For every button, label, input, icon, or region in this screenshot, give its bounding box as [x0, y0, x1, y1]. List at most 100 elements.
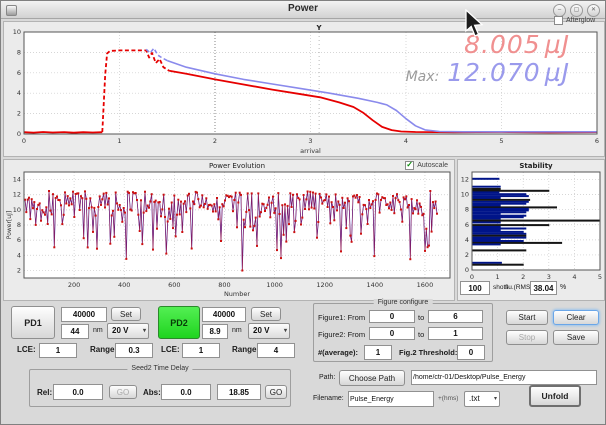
- svg-text:6: 6: [17, 69, 21, 77]
- svg-text:3: 3: [547, 273, 551, 280]
- svg-text:14: 14: [13, 176, 21, 184]
- svg-text:Number: Number: [224, 290, 250, 298]
- max-energy-unit: µJ: [545, 58, 570, 87]
- titlebar: Power – ▢ ✕: [1, 1, 605, 19]
- abs-go-button[interactable]: GO: [265, 385, 287, 399]
- max-energy-value: 12.070: [447, 58, 540, 87]
- path-field[interactable]: [411, 370, 597, 385]
- svg-text:1600: 1600: [417, 281, 434, 289]
- pd2-voltage-dropdown[interactable]: 20 V▾: [248, 323, 290, 339]
- svg-text:1200: 1200: [316, 281, 333, 289]
- average-field[interactable]: [364, 345, 392, 360]
- save-button[interactable]: Save: [553, 330, 599, 345]
- autoscale-label: Autoscale: [417, 162, 448, 169]
- svg-text:4: 4: [17, 89, 21, 97]
- svg-text:4: 4: [404, 137, 408, 145]
- autoscale-checkbox[interactable]: Autoscale: [405, 161, 448, 170]
- svg-text:6: 6: [17, 236, 21, 244]
- pd1-range-field[interactable]: [115, 343, 153, 358]
- pd2-button[interactable]: PD2: [158, 306, 200, 339]
- svg-text:1000: 1000: [266, 281, 283, 289]
- pd1-voltage-dropdown[interactable]: 20 V▾: [107, 323, 149, 339]
- svg-text:600: 600: [168, 281, 180, 289]
- svg-text:8: 8: [465, 206, 469, 214]
- pd1-button[interactable]: PD1: [11, 306, 55, 339]
- svg-text:4: 4: [572, 273, 576, 280]
- stop-button[interactable]: Stop: [506, 330, 548, 345]
- pd1-gain-field[interactable]: [61, 307, 107, 322]
- svg-text:6: 6: [595, 137, 599, 145]
- clear-button[interactable]: Clear: [553, 310, 599, 325]
- pd2-lce-field[interactable]: [182, 343, 220, 358]
- figure1-to-field[interactable]: [428, 310, 483, 323]
- pd1-voltage-value: 20 V: [112, 326, 128, 335]
- svg-text:2: 2: [213, 137, 217, 145]
- rms-value-field[interactable]: [530, 281, 557, 295]
- window-title: Power: [1, 3, 605, 14]
- svg-text:4: 4: [465, 236, 469, 244]
- shots-count-field[interactable]: [460, 281, 490, 295]
- svg-text:Y: Y: [316, 24, 323, 32]
- pd2-set-button[interactable]: Set: [251, 307, 281, 321]
- rel-go-button[interactable]: GO: [109, 385, 137, 399]
- current-energy-unit: µJ: [545, 30, 570, 59]
- current-energy-value: 8.005: [464, 30, 541, 59]
- figure1-from-label: Figure1: From: [318, 313, 365, 322]
- figure1-from-field[interactable]: [369, 310, 415, 323]
- to-label: to: [418, 313, 424, 322]
- svg-text:4: 4: [17, 251, 21, 259]
- svg-text:1: 1: [117, 137, 121, 145]
- pd1-nm-label: nm: [93, 327, 103, 334]
- svg-text:1400: 1400: [367, 281, 384, 289]
- svg-text:10: 10: [13, 28, 21, 36]
- svg-text:0: 0: [22, 137, 26, 145]
- chevron-down-icon: ▾: [494, 395, 497, 402]
- path-label: Path:: [319, 374, 335, 381]
- pd1-wavelength-field[interactable]: [61, 324, 89, 339]
- rel-delay-field[interactable]: [53, 384, 103, 400]
- svg-text:800: 800: [218, 281, 230, 289]
- filename-label: Filename:: [313, 395, 344, 402]
- abs-delay-field[interactable]: [161, 384, 211, 400]
- svg-text:12: 12: [13, 191, 21, 199]
- svg-text:5: 5: [499, 137, 503, 145]
- svg-text:3: 3: [308, 137, 312, 145]
- fig2-threshold-field[interactable]: [457, 345, 485, 360]
- svg-text:8: 8: [17, 221, 21, 229]
- start-button[interactable]: Start: [506, 310, 548, 325]
- chevron-down-icon: ▾: [284, 327, 287, 334]
- power-window: Power – ▢ ✕ 01234560246810Yarrival 8.005…: [0, 0, 606, 425]
- svg-text:6: 6: [465, 221, 469, 229]
- svg-text:arrival: arrival: [300, 147, 321, 155]
- svg-text:2: 2: [17, 266, 21, 274]
- pd2-wavelength-field[interactable]: [202, 324, 228, 339]
- figure-configure-title: Figure configure: [374, 299, 433, 306]
- pd2-gain-field[interactable]: [202, 307, 246, 322]
- figure2-from-field[interactable]: [369, 327, 415, 340]
- svg-text:0: 0: [17, 130, 21, 138]
- pd2-range-field[interactable]: [257, 343, 295, 358]
- afterglow-checkbox[interactable]: Afterglow: [554, 16, 595, 25]
- figure2-to-field[interactable]: [428, 327, 483, 340]
- unfold-button[interactable]: Unfold: [529, 385, 581, 407]
- pd1-set-button[interactable]: Set: [111, 307, 141, 321]
- seed2-delay-title: Seed2 Time Delay: [127, 365, 192, 372]
- figure2-from-label: Figure2: From: [318, 330, 365, 339]
- svg-text:0: 0: [465, 266, 469, 274]
- choose-path-button[interactable]: Choose Path: [339, 370, 405, 386]
- to-label: to: [418, 330, 424, 339]
- pd2-range-label: Range:: [232, 345, 259, 354]
- extension-value: .txt: [469, 394, 480, 403]
- evolution-panel: 20040060080010001200140016002468101214Po…: [3, 159, 455, 301]
- rel-label: Rel:: [37, 388, 52, 397]
- svg-text:0: 0: [470, 273, 474, 280]
- max-label: Max:: [406, 69, 440, 85]
- svg-text:12: 12: [461, 176, 469, 184]
- svg-text:2: 2: [465, 251, 469, 259]
- svg-text:Power[uJ]: Power[uJ]: [6, 211, 13, 239]
- filename-field[interactable]: [348, 391, 434, 407]
- pd1-lce-field[interactable]: [39, 343, 77, 358]
- abs-readback-field[interactable]: [217, 384, 261, 400]
- svg-text:10: 10: [13, 206, 21, 214]
- extension-dropdown[interactable]: .txt ▾: [464, 391, 500, 407]
